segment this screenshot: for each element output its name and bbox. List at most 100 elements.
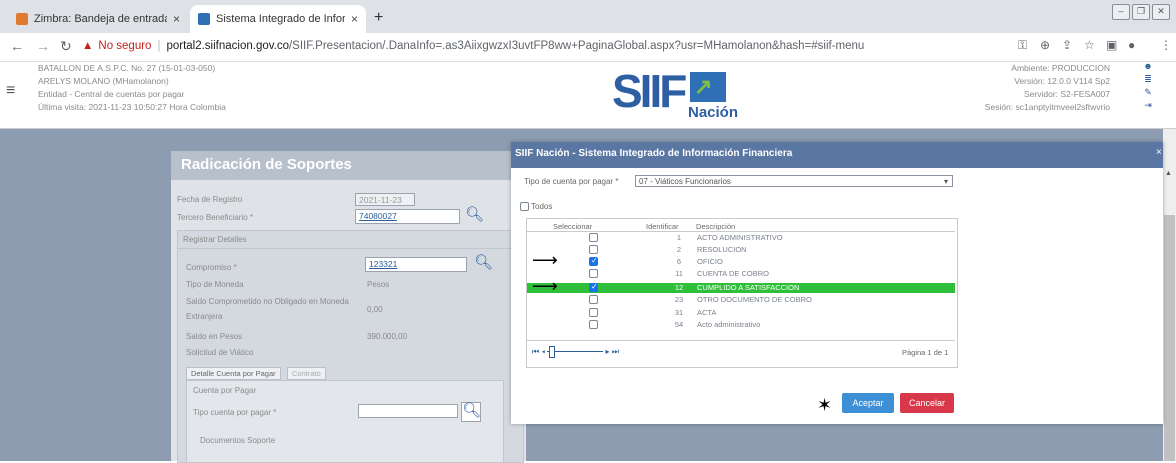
tab-zimbra[interactable]: Zimbra: Bandeja de entrada (45) × [8, 5, 188, 33]
scroll-up-icon[interactable]: ▲ [1165, 170, 1172, 177]
row-checkbox[interactable] [589, 269, 598, 278]
table-row[interactable]: 6 OFICIO [527, 256, 955, 267]
fecha-field[interactable]: 2021-11-23 [355, 193, 415, 206]
col-descripcion: Descripción [696, 222, 736, 231]
row-checkbox[interactable] [589, 308, 598, 317]
row-desc: CUMPLIDO A SATISFACCION [697, 283, 800, 292]
row-checkbox[interactable] [589, 245, 598, 254]
server-icon[interactable]: ≣ [1140, 73, 1156, 86]
row-id: 12 [674, 283, 684, 292]
todos-checkbox[interactable] [520, 202, 529, 211]
row-desc: RESOLUCION [697, 245, 747, 254]
separator: | [157, 40, 161, 52]
annotation-star-icon: ✶ [817, 395, 833, 415]
logo-subtext: Nación [688, 104, 739, 121]
tipo-cuenta-select[interactable]: 07 - Viáticos Funcionarios ▾ [635, 175, 953, 187]
tab-siif[interactable]: Sistema Integrado de Informacio × [190, 5, 366, 33]
modal-close-icon[interactable]: × [1156, 147, 1162, 158]
row-checkbox[interactable] [589, 295, 598, 304]
sidepanel-icon[interactable]: ▣ [1106, 38, 1117, 52]
tab-detalle-cuenta[interactable]: Detalle Cuenta por Pagar [186, 367, 281, 380]
tipo-cuenta-selected: 07 - Viáticos Funcionarios [639, 177, 731, 186]
table-row-selected[interactable]: 12 CUMPLIDO A SATISFACCION [527, 282, 955, 293]
row-checkbox[interactable] [589, 282, 598, 292]
table-row[interactable]: 1 ACTO ADMINISTRATIVO [527, 233, 955, 243]
wrench-icon[interactable]: ✎ [1140, 86, 1156, 99]
todos-checkbox-row[interactable]: Todos [520, 202, 552, 211]
divider [177, 248, 522, 249]
cancel-button[interactable]: Cancelar [900, 393, 954, 413]
back-icon[interactable]: ← [10, 38, 24, 54]
saldo-comp-label-2: Extranjera [186, 312, 223, 321]
table-row[interactable]: 54 Acto administrativo [527, 320, 955, 330]
url-path: /SIIF.Presentacion/.DanaInfo=.as3Aiixgwz… [288, 40, 865, 52]
prev-page-icon[interactable]: ◂ [541, 347, 545, 356]
tab-contrato[interactable]: Contrato [287, 367, 326, 380]
zoom-icon[interactable]: ⊕ [1040, 38, 1050, 52]
logout-icon[interactable]: ⇥ [1140, 99, 1156, 112]
row-id: 11 [675, 269, 683, 278]
fecha-label: Fecha de Registro [177, 195, 243, 204]
row-checkbox[interactable] [589, 233, 598, 242]
tipo-cuenta-field[interactable] [358, 404, 458, 418]
row-checkbox[interactable] [589, 320, 598, 329]
maximize-icon[interactable]: ❐ [1132, 4, 1150, 20]
row-id: 31 [674, 308, 684, 317]
table-row[interactable]: 2 RESOLUCION [527, 245, 955, 255]
tercero-search-icon[interactable]: 🔍︎ [465, 207, 484, 225]
row-id: 54 [674, 320, 684, 329]
annotation-arrow-icon: ⟶ [532, 250, 558, 270]
grid-footer-divider [527, 340, 955, 341]
zimbra-icon [16, 13, 28, 25]
close-tab-icon[interactable]: × [351, 12, 358, 26]
compromiso-field[interactable]: 123321 [365, 257, 467, 272]
compromiso-search-icon[interactable]: 🔍︎ [474, 255, 493, 273]
bookmark-star-icon[interactable]: ☆ [1084, 38, 1095, 52]
first-page-icon[interactable]: ⏮ [532, 347, 539, 356]
minimize-icon[interactable]: – [1112, 4, 1130, 20]
environment-line: Ambiente: PRODUCCION [1011, 63, 1110, 73]
table-row[interactable]: 31 ACTA [527, 308, 955, 318]
warning-icon: ▲ [82, 40, 94, 52]
table-row[interactable]: 11 CUENTA DE COBRO [527, 269, 955, 279]
cuenta-label: Cuenta por Pagar [193, 386, 257, 395]
url-host: portal2.siifnacion.gov.co [166, 40, 289, 52]
next-page-icon[interactable]: ▸ [606, 347, 610, 356]
share-icon[interactable]: ⇪ [1062, 38, 1072, 52]
tipo-cuenta-search-icon[interactable]: 🔍︎ [461, 402, 481, 422]
row-desc: OTRO DOCUMENTO DE COBRO [697, 295, 812, 304]
forward-icon[interactable]: → [36, 38, 50, 54]
environment-info: Ambiente: PRODUCCION Versión: 12.0.0 V11… [985, 62, 1110, 114]
close-window-icon[interactable]: ✕ [1152, 4, 1170, 20]
reload-icon[interactable]: ↻ [60, 38, 72, 55]
menu-icon[interactable]: ⋮ [1160, 38, 1172, 52]
entity-line: Entidad - Central de cuentas por pagar [38, 89, 185, 99]
solicitud-label: Solicitud de Viático [186, 348, 254, 357]
saldo-pesos-label: Saldo en Pesos [186, 332, 243, 341]
tipo-cuenta-modal-label: Tipo de cuenta por pagar * [524, 177, 619, 186]
users-icon[interactable]: ☻ [1140, 60, 1156, 73]
hamburger-menu-icon[interactable]: ≡ [6, 82, 15, 100]
modal-title: SIIF Nación - Sistema Integrado de Infor… [515, 148, 793, 159]
table-row[interactable]: 23 OTRO DOCUMENTO DE COBRO [527, 295, 955, 305]
close-tab-icon[interactable]: × [173, 12, 180, 26]
address-bar[interactable]: ▲ No seguro | portal2.siifnacion.gov.co … [82, 35, 1002, 57]
logo-text: SIIF [612, 65, 687, 117]
page-slider-handle[interactable] [549, 346, 556, 359]
accept-button[interactable]: Aceptar [842, 393, 894, 413]
registrar-label: Registrar Detalles [183, 235, 247, 244]
user-line: ARELYS MOLANO (MHamolanon) [38, 76, 169, 86]
row-desc: Acto administrativo [697, 320, 761, 329]
scrollbar-thumb[interactable] [1164, 215, 1175, 461]
session-line: Sesión: sc1anptyitmveel2sftwvrio [984, 102, 1110, 112]
last-page-icon[interactable]: ⏭ [612, 347, 619, 356]
tercero-field[interactable]: 74080027 [355, 209, 460, 224]
page-slider[interactable] [547, 346, 604, 359]
key-icon[interactable]: ⚿ [1018, 38, 1027, 53]
new-tab-button[interactable]: + [374, 9, 383, 27]
row-checkbox[interactable] [589, 256, 598, 266]
col-seleccionar: Seleccionar [553, 222, 593, 231]
profile-icon[interactable]: ● [1128, 38, 1135, 52]
row-desc: CUENTA DE COBRO [697, 269, 769, 278]
row-id: 2 [676, 245, 682, 254]
